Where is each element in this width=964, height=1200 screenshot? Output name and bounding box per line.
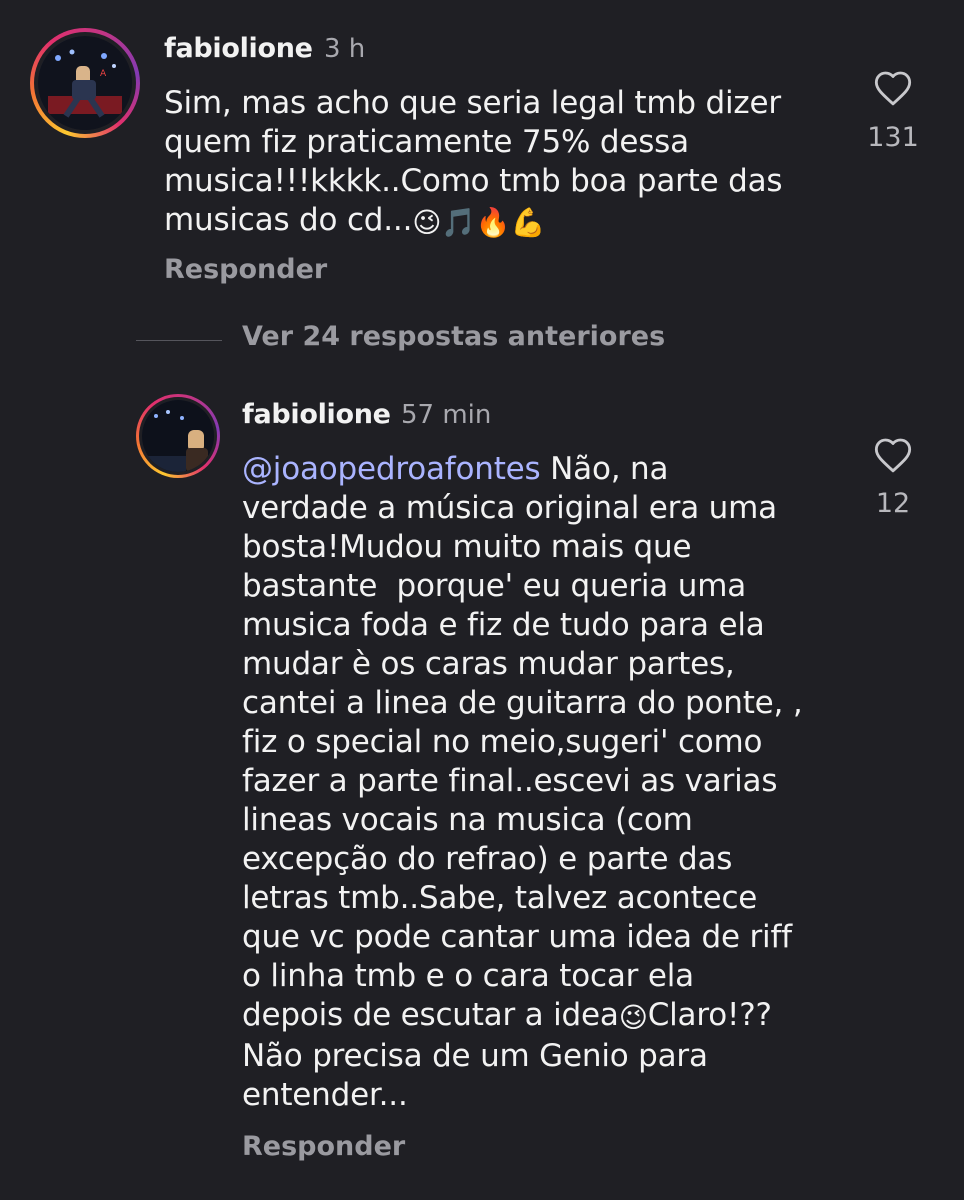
- replies-divider: [136, 340, 222, 341]
- comment-line: depois de escutar a idea😉Claro!??: [242, 996, 803, 1037]
- comment-username[interactable]: fabiolione: [242, 399, 391, 430]
- comment-line: que vc pode cantar uma idea de riff: [242, 919, 792, 955]
- like-count: 131: [867, 122, 919, 153]
- comment-line-text: Claro!??: [647, 997, 772, 1033]
- avatar[interactable]: A: [30, 28, 140, 138]
- comment-line: musicas do cd...😉🎵🔥💪: [164, 201, 782, 242]
- comment-line: cantei a linea de guitarra do ponte, ,: [242, 685, 803, 721]
- comment-line: verdade a música original era uma: [242, 490, 777, 526]
- flexed-biceps-emoji-icon: 💪: [510, 206, 546, 239]
- comment-line: bastante porque' eu queria uma: [242, 568, 746, 604]
- comment-line: musica!!!kkkk..Como tmb boa parte das: [164, 163, 783, 199]
- view-previous-replies-button[interactable]: Ver 24 respostas anteriores: [242, 321, 665, 352]
- comment-line: fiz o special no meio,sugeri' como: [242, 724, 763, 760]
- comment-line-text: Não, na: [540, 451, 669, 487]
- performer-photo-icon: [142, 400, 214, 472]
- comment-line: fazer a parte final..escevi as varias: [242, 763, 778, 799]
- avatar-photo: A: [38, 36, 132, 130]
- comment-line: lineas vocais na musica (com: [242, 802, 693, 838]
- comment-line: excepção do refrao) e parte das: [242, 841, 733, 877]
- wink-emoji-icon: 😉: [618, 1001, 648, 1034]
- comment-line-text: musicas do cd...: [164, 202, 413, 238]
- comment-timestamp: 3 h: [324, 34, 366, 64]
- user-mention-link[interactable]: @joaopedroafontes: [242, 451, 541, 487]
- fire-emoji-icon: 🔥: [475, 206, 511, 239]
- avatar-photo: [142, 400, 214, 472]
- comment-line: Não precisa de um Genio para: [242, 1038, 708, 1074]
- like-count: 12: [875, 488, 911, 519]
- comment-body: Sim, mas acho que seria legal tmb dizer …: [164, 84, 783, 242]
- heart-outline-icon[interactable]: [873, 69, 913, 107]
- comment-timestamp: 57 min: [401, 400, 492, 430]
- svg-text:A: A: [100, 69, 107, 79]
- comment-line: entender...: [242, 1077, 408, 1113]
- wink-emoji-icon: 😉: [412, 206, 442, 239]
- comment-line: mudar è os caras mudar partes,: [242, 646, 735, 682]
- comment-line: bosta!Mudou muito mais que: [242, 529, 692, 565]
- comment-line: Sim, mas acho que seria legal tmb dizer: [164, 85, 781, 121]
- comment-line: musica foda e fiz de tudo para ela: [242, 607, 765, 643]
- heart-outline-icon[interactable]: [873, 436, 913, 474]
- avatar[interactable]: [136, 394, 220, 478]
- performer-photo-icon: A: [38, 36, 132, 130]
- comment-line: o linha tmb e o cara tocar ela: [242, 958, 694, 994]
- comment-line: quem fiz praticamente 75% dessa: [164, 124, 689, 160]
- comment-line: letras tmb..Sabe, talvez acontece: [242, 880, 758, 916]
- comment-line-text: depois de escutar a idea: [242, 997, 619, 1033]
- comment-username[interactable]: fabiolione: [164, 33, 313, 64]
- reply-button[interactable]: Responder: [242, 1131, 405, 1162]
- reply-button[interactable]: Responder: [164, 254, 327, 285]
- comment-body: @joaopedroafontes Não, na verdade a músi…: [242, 450, 803, 1115]
- comment-line: @joaopedroafontes Não, na: [242, 450, 803, 489]
- music-note-emoji-icon: 🎵: [441, 206, 476, 239]
